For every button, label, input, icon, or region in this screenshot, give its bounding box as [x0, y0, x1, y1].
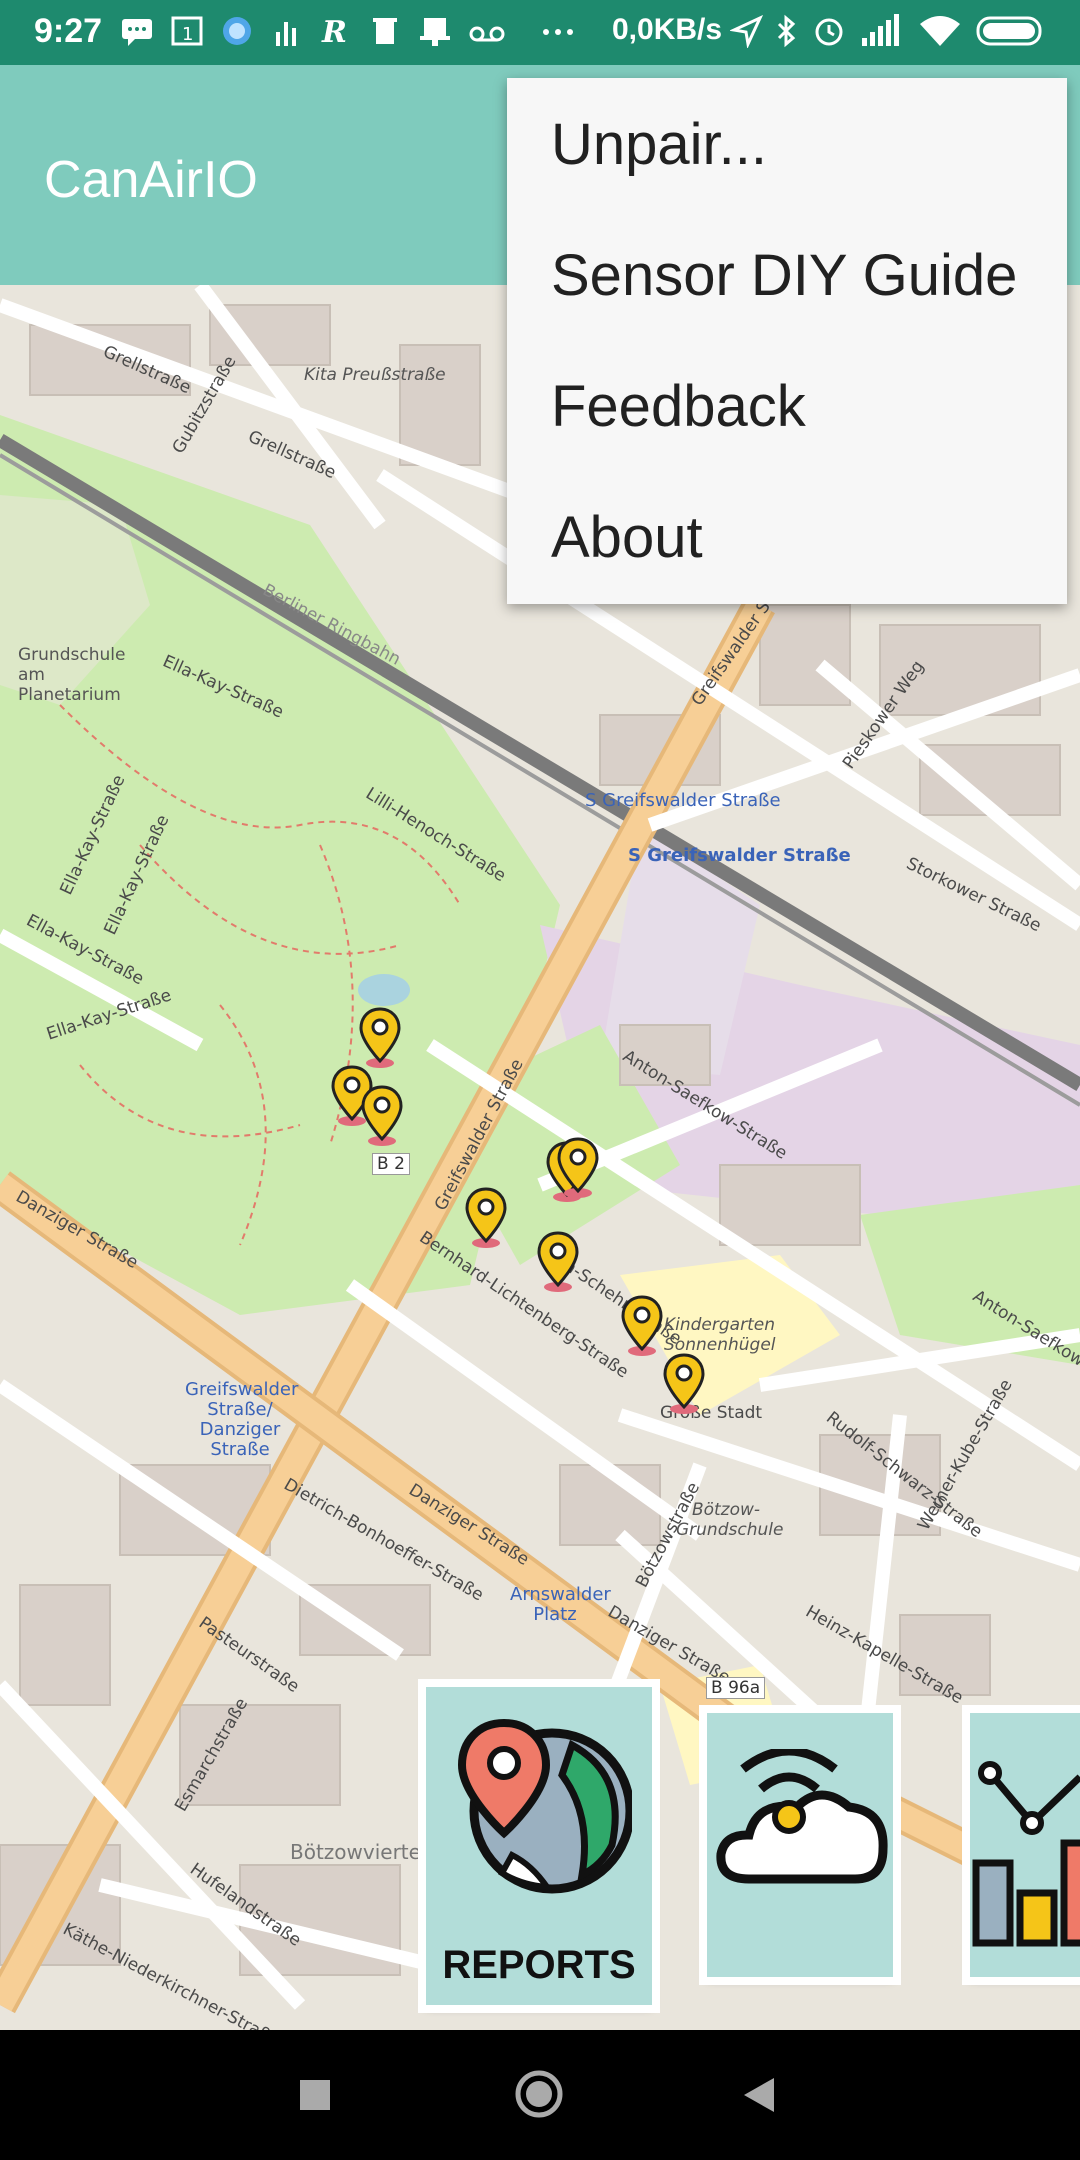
cloud-wifi-icon	[716, 1749, 888, 1884]
signal-bars-icon	[270, 14, 304, 53]
voicemail-icon	[468, 14, 508, 53]
system-nav-bar	[0, 2030, 1080, 2160]
battery-icon	[976, 14, 1048, 53]
sensor-marker[interactable]	[620, 1295, 664, 1357]
sensor-marker[interactable]	[536, 1231, 580, 1293]
map-label: Kita Preußstraße	[304, 365, 446, 385]
sensor-marker[interactable]	[360, 1085, 404, 1147]
sensor-marker[interactable]	[556, 1137, 600, 1199]
status-bar: 9:27 1 R 0,0KB/s	[0, 0, 1080, 65]
bar-chart-icon	[972, 1761, 1080, 1947]
map-label: Greifswalder Straße/ Danziger Straße	[185, 1379, 299, 1460]
location-arrow-icon	[728, 14, 764, 53]
alarm-icon	[812, 14, 846, 53]
reports-label: REPORTS	[442, 1943, 636, 1987]
trash-icon	[368, 14, 402, 53]
overflow-menu: Unpair... Sensor DIY Guide Feedback Abou…	[507, 78, 1067, 604]
more-dots-icon	[540, 14, 580, 53]
message-icon	[120, 14, 154, 53]
reports-card[interactable]: REPORTS	[426, 1687, 652, 2005]
menu-item-unpair[interactable]: Unpair...	[551, 111, 767, 178]
sensor-marker[interactable]	[358, 1007, 402, 1069]
status-time: 9:27	[34, 12, 103, 50]
r-app-icon: R	[318, 14, 352, 53]
map-label: Kindergarten Sonnenhügel	[664, 1315, 776, 1355]
map-label: Arnswalder Platz	[510, 1584, 611, 1625]
map-label: S Greifswalder Straße	[585, 790, 781, 811]
cell-signal-icon	[860, 14, 904, 53]
sensor-marker[interactable]	[662, 1353, 706, 1415]
svg-text:1: 1	[182, 24, 193, 45]
charts-card[interactable]	[970, 1713, 1080, 1977]
hat-icon	[418, 14, 452, 53]
sensor-cloud-card[interactable]	[707, 1713, 893, 1977]
wifi-icon	[918, 14, 962, 53]
map-globe-pin-icon	[457, 1718, 632, 1894]
network-speed: 0,0KB/s	[612, 13, 723, 46]
back-button[interactable]	[742, 2076, 778, 2114]
menu-item-sensor-diy-guide[interactable]: Sensor DIY Guide	[551, 242, 1017, 309]
menu-item-feedback[interactable]: Feedback	[551, 373, 806, 440]
map-label: S Greifswalder Straße	[628, 845, 851, 866]
bluetooth-icon	[773, 14, 799, 53]
home-button[interactable]	[513, 2068, 565, 2120]
map-label: B 96a	[706, 1677, 766, 1699]
map-label: Bötzowviertel	[290, 1840, 427, 1864]
browser-icon	[220, 14, 254, 53]
map-label: B 2	[372, 1153, 410, 1175]
svg-text:R: R	[321, 15, 347, 48]
map-label: Grundschule am Planetarium	[18, 645, 126, 705]
menu-item-about[interactable]: About	[551, 504, 703, 571]
calendar-icon: 1	[170, 14, 204, 53]
sensor-marker[interactable]	[464, 1187, 508, 1249]
recents-button[interactable]	[298, 2078, 332, 2112]
app-title: CanAirIO	[44, 151, 258, 209]
